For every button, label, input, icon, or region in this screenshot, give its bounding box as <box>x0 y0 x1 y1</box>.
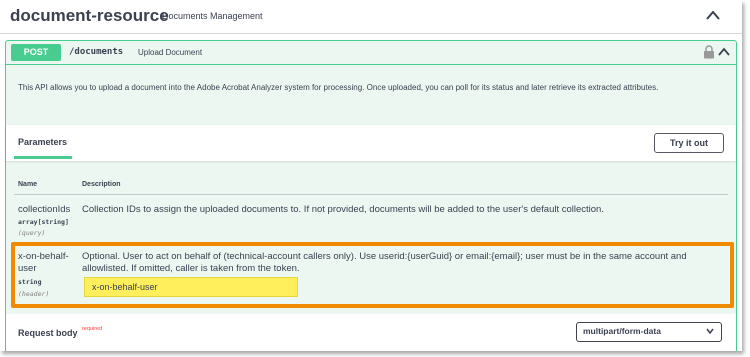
request-body-label: Request body <box>18 328 78 338</box>
section-description: Documents Management <box>162 11 263 21</box>
content-type-value: multipart/form-data <box>583 326 661 336</box>
tab-active-indicator <box>14 156 72 159</box>
param-location: (query) <box>18 229 46 237</box>
try-it-out-button[interactable]: Try it out <box>654 133 724 153</box>
param-type: array[string] <box>18 218 69 226</box>
section-header[interactable]: document-resource Documents Management <box>0 0 742 34</box>
operation-block: POST /documents Upload Document This API… <box>5 40 737 351</box>
param-description: Collection IDs to assign the uploaded do… <box>82 204 604 215</box>
content-type-select[interactable]: multipart/form-data <box>576 322 722 342</box>
column-header-name: Name <box>18 181 38 188</box>
chevron-up-icon[interactable] <box>705 9 721 21</box>
operation-path: /documents <box>69 47 124 57</box>
column-header-description: Description <box>82 181 121 188</box>
chevron-down-icon <box>706 328 714 334</box>
table-header-divider <box>14 194 728 195</box>
operation-summary[interactable]: POST /documents Upload Document <box>6 41 736 65</box>
operation-summary-text: Upload Document <box>138 48 203 57</box>
section-title: document-resource <box>10 6 169 25</box>
tab-parameters[interactable]: Parameters <box>18 137 67 147</box>
param-name: collectionIds <box>18 204 71 215</box>
request-body-section: Request body required multipart/form-dat… <box>6 314 736 351</box>
swagger-panel: document-resource Documents Management P… <box>0 0 742 351</box>
chevron-up-icon[interactable] <box>718 47 730 57</box>
parameters-header: Parameters Try it out <box>6 125 736 161</box>
lock-icon[interactable] <box>703 45 715 59</box>
highlight-box <box>11 242 734 308</box>
operation-description: This API allows you to upload a document… <box>18 83 659 92</box>
required-badge: required <box>82 326 103 332</box>
method-badge: POST <box>11 44 61 61</box>
